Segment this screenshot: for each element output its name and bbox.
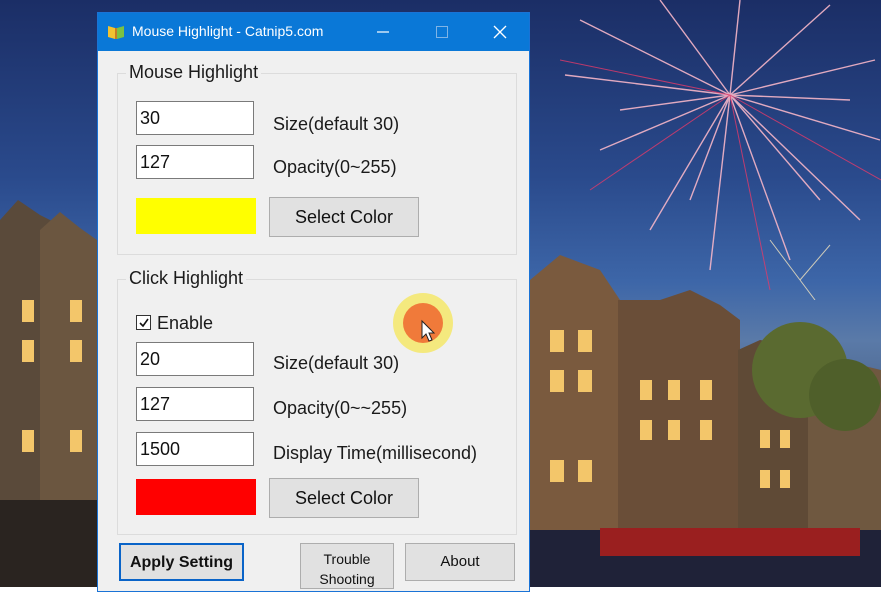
mouse-size-input[interactable]: 30 (136, 101, 254, 135)
mouse-highlight-group: Mouse Highlight 30 Size(default 30) 127 … (117, 62, 517, 255)
click-opacity-input[interactable]: 127 (136, 387, 254, 421)
mouse-opacity-label: Opacity(0~255) (273, 157, 397, 177)
mouse-select-color-button[interactable]: Select Color (269, 197, 419, 237)
mouse-size-label: Size(default 30) (273, 114, 400, 134)
display-time-label: Display Time(millisecond) (273, 443, 478, 463)
click-size-label: Size(default 30) (273, 353, 400, 373)
mouse-opacity-input[interactable]: 127 (136, 145, 254, 179)
enable-checkbox[interactable] (136, 315, 151, 330)
app-window: Mouse Highlight - Catnip5.com Mouse High… (97, 12, 530, 592)
close-button[interactable] (477, 13, 523, 51)
window-title: Mouse Highlight - Catnip5.com (132, 23, 324, 39)
trouble-shooting-button[interactable]: Trouble Shooting (300, 543, 394, 589)
mouse-color-swatch (136, 198, 256, 234)
click-color-swatch (136, 479, 256, 515)
enable-label[interactable]: Enable (157, 313, 213, 334)
trouble-shooting-label-line2: Shooting (319, 571, 375, 587)
mouse-select-color-label: Select Color (294, 207, 394, 227)
app-book-icon (108, 26, 124, 39)
display-time-input[interactable]: 1500 (136, 432, 254, 466)
trouble-shooting-label-line1: Trouble (323, 551, 371, 567)
about-label: About (440, 553, 480, 570)
apply-setting-label: Apply Setting (129, 554, 234, 571)
click-size-input[interactable]: 20 (136, 342, 254, 376)
mouse-highlight-cursor-icon (393, 293, 453, 353)
maximize-icon (436, 26, 448, 38)
click-opacity-label: Opacity(0~~255) (273, 398, 408, 418)
fireworks-image (560, 0, 881, 300)
click-highlight-group-title: Click Highlight (126, 268, 247, 289)
apply-setting-button[interactable]: Apply Setting (119, 543, 244, 581)
title-bar[interactable]: Mouse Highlight - Catnip5.com (98, 13, 529, 51)
click-highlight-group: Click Highlight Enable 20 Size(default 3… (117, 268, 517, 535)
minimize-icon (377, 31, 389, 33)
checkmark-icon (139, 318, 149, 328)
close-icon (493, 25, 507, 39)
maximize-button[interactable] (419, 13, 465, 51)
minimize-button[interactable] (360, 13, 406, 51)
about-button[interactable]: About (405, 543, 515, 581)
click-select-color-label: Select Color (294, 488, 394, 508)
mouse-highlight-group-title: Mouse Highlight (126, 62, 262, 83)
click-select-color-button[interactable]: Select Color (269, 478, 419, 518)
